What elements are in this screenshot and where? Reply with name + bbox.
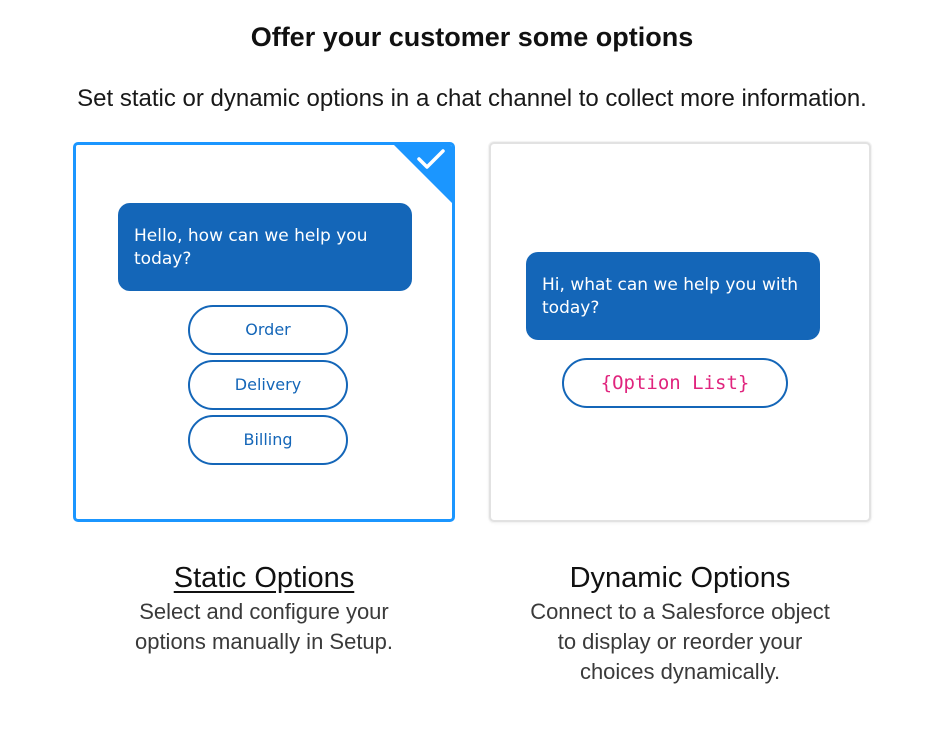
dynamic-options-description: Connect to a Salesforce object to displa…	[530, 599, 830, 684]
static-options-card[interactable]: Hello, how can we help you today? Order …	[73, 142, 455, 522]
page-subtitle: Set static or dynamic options in a chat …	[77, 85, 867, 112]
chat-bubble: Hi, what can we help you with today?	[526, 252, 820, 340]
dynamic-options-card[interactable]: Hi, what can we help you with today? {Op…	[489, 142, 871, 522]
dynamic-options-label: Dynamic Options Connect to a Salesforce …	[489, 559, 871, 687]
static-options-heading[interactable]: Static Options	[73, 559, 455, 597]
dynamic-options-heading[interactable]: Dynamic Options	[489, 559, 871, 597]
page-title: Offer your customer some options	[250, 22, 694, 52]
option-button-billing[interactable]: Billing	[188, 415, 348, 465]
option-list-button[interactable]: {Option List}	[562, 358, 788, 408]
option-button-order[interactable]: Order	[188, 305, 348, 355]
option-button-delivery[interactable]: Delivery	[188, 360, 348, 410]
static-options-label: Static Options Select and configure your…	[73, 559, 455, 657]
static-options-description: Select and configure your options manual…	[134, 599, 394, 654]
selected-checkmark-icon	[394, 145, 452, 203]
chat-bubble: Hello, how can we help you today?	[118, 203, 412, 291]
